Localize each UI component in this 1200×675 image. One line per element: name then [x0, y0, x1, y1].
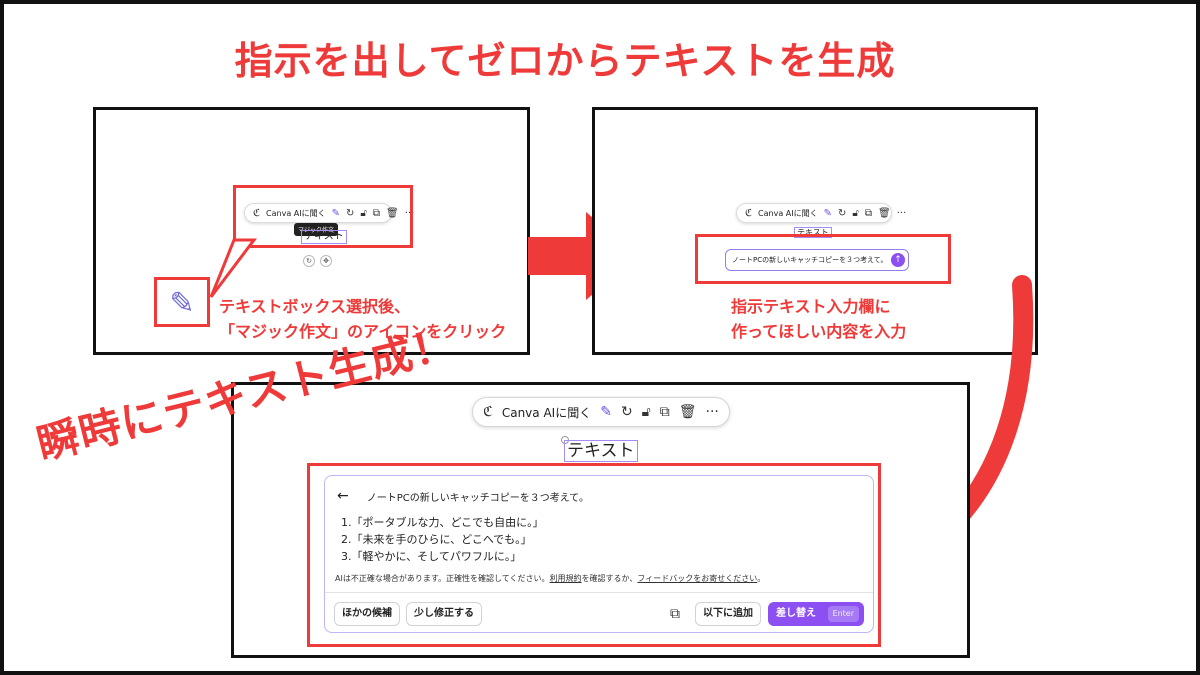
- prompt-input[interactable]: ノートPCの新しいキャッチコピーを３つ考えて。 ↑: [725, 249, 909, 271]
- canva-ai-icon[interactable]: ℭ: [483, 404, 493, 420]
- magic-write-icon[interactable]: ✎: [824, 208, 832, 219]
- ai-disclaimer: AIは不正確な場合があります。正確性を確認してください。利用規約を確認するか、フ…: [335, 573, 765, 584]
- replace-button[interactable]: 差し替え Enter: [768, 602, 864, 626]
- duplicate-icon[interactable]: ⧉: [660, 404, 670, 420]
- other-candidates-button[interactable]: ほかの候補: [334, 602, 400, 626]
- back-arrow-icon[interactable]: ←: [337, 488, 349, 504]
- canva-ai-icon[interactable]: ℭ: [745, 208, 752, 219]
- terms-link[interactable]: 利用規約: [550, 574, 582, 583]
- append-below-button[interactable]: 以下に追加: [695, 602, 761, 626]
- ask-canva-ai-label[interactable]: Canva AIに聞く: [502, 404, 591, 421]
- magic-write-icon[interactable]: ✎: [600, 404, 612, 420]
- send-icon[interactable]: ↑: [891, 253, 905, 267]
- canvas-text-box[interactable]: テキスト: [564, 440, 638, 462]
- step3-panel: ℭ Canva AIに聞く ✎ ↻ 🔓︎ ⧉ 🗑︎ ··· テキスト ← ノート…: [231, 382, 970, 658]
- move-handle-icon[interactable]: ✥: [320, 255, 332, 267]
- prompt-input-value: ノートPCの新しいキャッチコピーを３つ考えて。: [732, 256, 888, 264]
- prompt-echo: ノートPCの新しいキャッチコピーを３つ考えて。: [366, 492, 589, 504]
- caption-line-1: テキストボックス選択後、: [219, 297, 411, 316]
- ask-canva-ai-label[interactable]: Canva AIに聞く: [758, 208, 818, 219]
- regenerate-icon[interactable]: ↻: [838, 208, 846, 219]
- step1-panel: ℭ Canva AIに聞く ✎ ↻ 🔓︎ ⧉ 🗑︎ ··· マジック作文 テキス…: [93, 107, 530, 355]
- feedback-link[interactable]: フィードバックをお寄せください: [637, 574, 757, 583]
- more-icon[interactable]: ···: [706, 404, 719, 420]
- suggestion-item: 3.「軽やかに、そしてパワフルに。」: [341, 550, 522, 563]
- more-icon[interactable]: ···: [897, 208, 907, 219]
- magic-write-result-card: ← ノートPCの新しいキャッチコピーを３つ考えて。 1.「ポータブルな力、どこで…: [324, 475, 874, 633]
- lock-icon[interactable]: 🔓︎: [852, 208, 858, 219]
- magic-write-icon[interactable]: ✎: [162, 284, 202, 324]
- regenerate-icon[interactable]: ↻: [621, 404, 633, 420]
- suggestion-item: 2.「未来を手のひらに、どこへでも。」: [341, 533, 532, 546]
- trash-icon[interactable]: 🗑︎: [679, 404, 697, 420]
- suggestion-list: 1.「ポータブルな力、どこでも自由に。」 2.「未来を手のひらに、どこへでも。」…: [341, 514, 544, 565]
- element-toolbar: ℭ Canva AIに聞く ✎ ↻ 🔓︎ ⧉ 🗑︎ ···: [472, 397, 730, 427]
- caption-line-1: 指示テキスト入力欄に: [731, 297, 891, 316]
- duplicate-icon[interactable]: ⧉: [865, 208, 872, 219]
- disclaimer-text: AIは不正確な場合があります。正確性を確認してください。: [335, 574, 550, 583]
- suggestion-item: 1.「ポータブルな力、どこでも自由に。」: [341, 516, 544, 529]
- trash-icon[interactable]: 🗑︎: [878, 208, 891, 219]
- disclaimer-text: を確認するか、: [581, 574, 638, 583]
- lock-icon[interactable]: 🔓︎: [642, 404, 651, 420]
- disclaimer-text: 。: [757, 574, 766, 583]
- copy-icon[interactable]: ⧉: [670, 606, 680, 622]
- divider: [325, 592, 873, 593]
- rotate-handle-icon[interactable]: ↻: [303, 255, 315, 267]
- page-title: 指示を出してゼロからテキストを生成: [234, 39, 896, 83]
- element-toolbar: ℭ Canva AIに聞く ✎ ↻ 🔓︎ ⧉ 🗑︎ ···: [736, 203, 906, 223]
- enter-shortcut-badge: Enter: [827, 606, 859, 622]
- modify-button[interactable]: 少し修正する: [406, 602, 482, 626]
- replace-button-label: 差し替え: [776, 608, 816, 619]
